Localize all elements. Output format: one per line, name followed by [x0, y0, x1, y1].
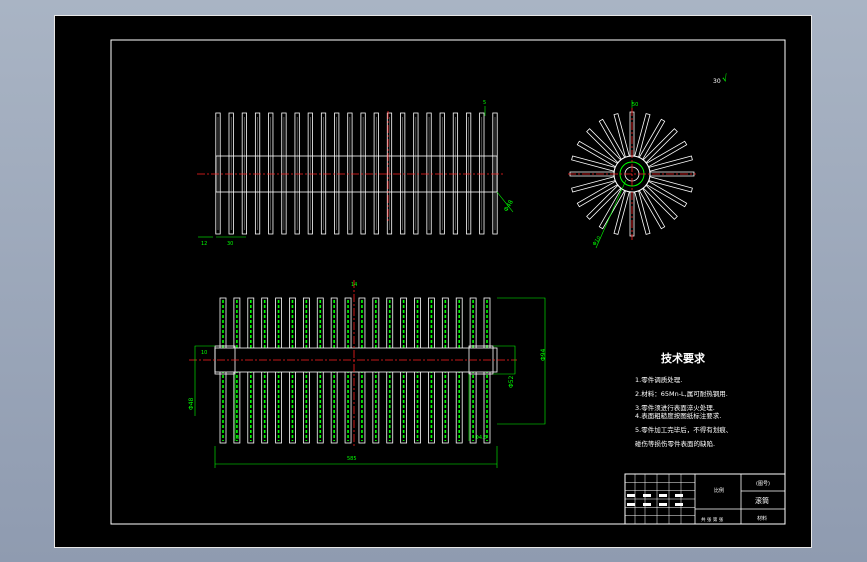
end-spoke: [586, 184, 622, 220]
title-block-material: 材料: [757, 515, 767, 522]
corner-mark: 30: [713, 78, 721, 85]
front-bottom-left: 8: [236, 435, 239, 441]
front-shaft: [214, 347, 498, 373]
end-spoke: [586, 128, 622, 164]
end-view: [568, 100, 696, 249]
title-block-part-name: 滚筒: [755, 496, 769, 505]
title-block-sheet: 共 张 第 张: [701, 516, 724, 523]
title-block-cell-mark: [659, 494, 667, 497]
front-outer-dim: [497, 297, 546, 425]
top-view: [197, 106, 514, 238]
title-block-scale: 比例: [714, 487, 724, 494]
front-left-mark: 10: [201, 350, 207, 356]
cad-drawing: Φ48 12 30 5 50 Φ10 14 Φ48 Φ52 Φ94 8 Φ4.5…: [110, 39, 786, 525]
title-block-cell-mark: [643, 494, 651, 497]
end-spoke: [642, 184, 678, 220]
tech-req-item-5: 5.零件加工完毕后，不得有划痕、: [635, 425, 732, 434]
tech-req-item-6: 碰伤等损伤零件表面的缺陷.: [635, 439, 715, 448]
title-block-cell-mark: [627, 503, 635, 506]
top-left-len: 30: [227, 241, 233, 247]
tech-req-item-3: 3.零件须进行表面淬火处理.: [635, 403, 715, 412]
tech-req-item-4: 4.表面粗糙度按图纸标注要求.: [635, 411, 721, 420]
end-top-dim: 50: [632, 102, 638, 108]
front-center-top: 14: [351, 282, 357, 288]
title-block-cell-mark: [643, 503, 651, 506]
inner-frame: [110, 39, 786, 525]
front-view: [189, 280, 546, 468]
end-spoke: [642, 128, 678, 164]
front-bottom-right: Φ4.5: [475, 435, 487, 441]
front-left-vert: Φ48: [188, 397, 195, 410]
title-block-code: (图号): [756, 481, 770, 487]
title-block-cell-mark: [627, 494, 635, 497]
front-overall-len: 585: [347, 456, 357, 462]
title-block-cell-mark: [675, 494, 683, 497]
drawing-sheet: Φ48 12 30 5 50 Φ10 14 Φ48 Φ52 Φ94 8 Φ4.5…: [54, 15, 812, 548]
tech-req-item-2: 2.材料：65Mn-L,属可耐热钢用.: [635, 389, 728, 398]
top-end-mark: 5: [483, 100, 486, 106]
tech-req-title: 技术要求: [661, 351, 706, 365]
title-block-cell-mark: [675, 503, 683, 506]
top-left-small: 12: [201, 241, 207, 247]
front-right-vert: Φ52: [508, 375, 515, 388]
roughness-symbol: √: [721, 73, 730, 85]
front-outer-right: Φ94: [540, 348, 547, 361]
title-block-cell-mark: [659, 503, 667, 506]
tech-req-item-1: 1.零件调质处理.: [635, 375, 682, 384]
front-left-dim: [194, 345, 215, 416]
top-dia-note: Φ48: [503, 199, 515, 213]
